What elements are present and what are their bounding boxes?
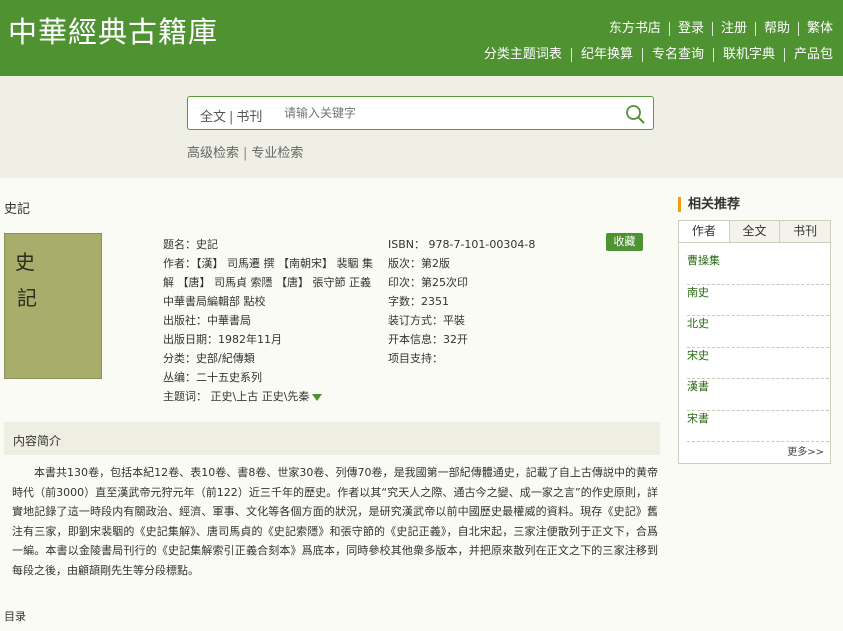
link-dongfang-bookstore[interactable]: 东方书店 — [601, 22, 669, 36]
main-content: 史記 史 記 题名：史記 作者：【漢】 司馬遷 撰 【南朝宋】 裴駰 集解 【唐… — [0, 178, 843, 631]
sidebar-title: 相关推荐 — [678, 197, 740, 212]
scope-journal[interactable]: 书刊 — [236, 110, 262, 125]
link-help[interactable]: 帮助 — [754, 22, 798, 36]
nav-proper-noun-query[interactable]: 专名查询 — [641, 48, 713, 62]
intro-text: 本書共130卷，包括本紀12卷、表10卷、書8卷、世家30卷、列傳70卷，是我國… — [12, 466, 658, 577]
related-item[interactable]: 宋書 — [687, 411, 829, 442]
site-header: 中華經典古籍庫 东方书店 登录 注册 帮助 繁体 分类主题词表 纪年换算 专名查… — [0, 0, 843, 76]
intro-header: 内容简介 — [4, 422, 660, 455]
link-login[interactable]: 登录 — [668, 22, 712, 36]
related-list: 曹操集 南史 北史 宋史 漢書 宋書 — [687, 253, 829, 442]
search-icon[interactable] — [625, 104, 645, 124]
adv-separator: | — [243, 146, 248, 161]
meta-title: 题名：史記 — [163, 238, 218, 251]
meta-series: 丛编：二十五史系列 — [163, 371, 262, 384]
link-traditional[interactable]: 繁体 — [797, 22, 833, 36]
scope-separator: | — [229, 110, 234, 125]
related-item[interactable]: 北史 — [687, 316, 829, 348]
search-area: 全文|书刊 高级检索|专业检索 — [0, 76, 843, 178]
meta-edition: 版次：第2版 — [388, 257, 450, 270]
collect-button[interactable]: 收藏 — [606, 233, 643, 251]
meta-pub-date: 出版日期：1982年11月 — [163, 333, 282, 346]
tab-author[interactable]: 作者 — [679, 221, 729, 242]
scope-fulltext[interactable]: 全文 — [200, 110, 226, 125]
meta-isbn: ISBN： 978-7-101-00304-8 — [388, 238, 536, 251]
meta-author: 作者：【漢】 司馬遷 撰 【南朝宋】 裴駰 集解 【唐】 司馬貞 索隱 【唐】 … — [163, 257, 373, 308]
related-item[interactable]: 宋史 — [687, 348, 829, 379]
search-box: 全文 | 书刊 — [187, 96, 654, 130]
book-meta-right: ISBN： 978-7-101-00304-8 版次：第2版 印次：第25次印 … — [388, 235, 588, 368]
meta-project-support: 项目支持： — [388, 352, 443, 365]
advanced-search-links: 高级检索 | 专业检索 — [187, 142, 303, 161]
meta-category: 分类：史部/紀傳類 — [163, 352, 255, 365]
meta-binding: 装订方式：平裝 — [388, 314, 465, 327]
site-logo[interactable]: 中華經典古籍庫 — [8, 18, 218, 47]
meta-subject: 主题词： 正史\上古 正史\先秦 — [163, 387, 375, 406]
book-cover[interactable]: 史 記 — [4, 233, 102, 379]
nav-era-conversion[interactable]: 纪年换算 — [570, 48, 642, 62]
meta-printing: 印次：第25次印 — [388, 276, 468, 289]
nav-topic-thesaurus[interactable]: 分类主题词表 — [475, 48, 571, 62]
meta-word-count: 字数：2351 — [388, 295, 449, 308]
top-links: 东方书店 登录 注册 帮助 繁体 — [601, 22, 833, 36]
book-meta-left: 题名：史記 作者：【漢】 司馬遷 撰 【南朝宋】 裴駰 集解 【唐】 司馬貞 索… — [163, 235, 375, 406]
book-heading: 史記 — [4, 202, 31, 217]
search-scope: 全文 | 书刊 — [200, 106, 262, 125]
meta-subject-text: 主题词： 正史\上古 正史\先秦 — [163, 390, 310, 403]
toc-label[interactable]: 目录 — [4, 608, 26, 624]
meta-format: 开本信息：32开 — [388, 333, 468, 346]
related-item[interactable]: 南史 — [687, 285, 829, 316]
intro-title: 内容简介 — [13, 434, 62, 448]
professional-search-link[interactable]: 专业检索 — [251, 146, 303, 161]
cover-char-2: 記 — [17, 286, 37, 310]
related-item[interactable]: 漢書 — [687, 379, 829, 411]
search-input[interactable] — [284, 106, 584, 120]
nav-online-dictionary[interactable]: 联机字典 — [712, 48, 784, 62]
link-register[interactable]: 注册 — [711, 22, 755, 36]
related-panel: 作者 全文 书刊 曹操集 南史 北史 宋史 漢書 宋書 更多>> — [678, 220, 831, 464]
nav-product-bundles[interactable]: 产品包 — [783, 48, 833, 62]
more-link[interactable]: 更多>> — [787, 443, 824, 458]
meta-publisher: 出版社：中華書局 — [163, 314, 251, 327]
cover-char-1: 史 — [15, 250, 35, 274]
triangle-down-icon[interactable] — [312, 393, 323, 401]
advanced-search-link[interactable]: 高级检索 — [187, 146, 239, 161]
tab-fulltext[interactable]: 全文 — [728, 221, 780, 242]
nav-links: 分类主题词表 纪年换算 专名查询 联机字典 产品包 — [475, 48, 833, 62]
tab-journal[interactable]: 书刊 — [779, 221, 831, 242]
related-tabs: 作者 全文 书刊 — [679, 221, 831, 243]
related-item[interactable]: 曹操集 — [687, 253, 829, 285]
